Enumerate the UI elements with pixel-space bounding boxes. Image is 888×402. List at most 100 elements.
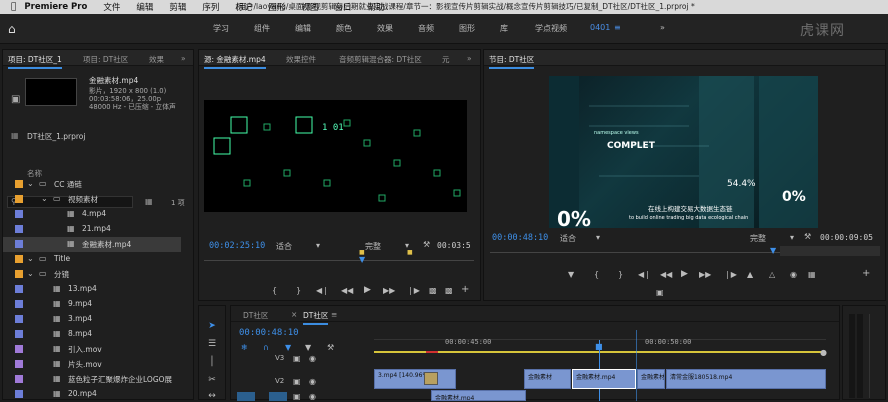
- source-fit-select[interactable]: 适合: [276, 241, 292, 252]
- track-select-tool-icon[interactable]: ☰: [206, 338, 218, 350]
- label-color-swatch[interactable]: [15, 210, 23, 218]
- workspace-custom[interactable]: 学点视频: [535, 23, 567, 34]
- tab-audio-mixer[interactable]: 音频剪辑混合器: DT社区: [339, 54, 422, 65]
- workspace-0401[interactable]: 0401: [590, 23, 610, 32]
- slip-tool-icon[interactable]: ↔: [206, 390, 218, 402]
- label-color-swatch[interactable]: [15, 390, 23, 398]
- v2-eye-icon[interactable]: ◉: [309, 377, 316, 386]
- tab-sequence-dt-active[interactable]: DT社区: [303, 310, 329, 325]
- program-fit-select[interactable]: 适合: [560, 233, 576, 244]
- program-add-button-icon[interactable]: +: [862, 268, 870, 279]
- add-button-icon[interactable]: +: [461, 284, 469, 295]
- program-timecode[interactable]: 00:00:48:10: [492, 233, 548, 243]
- clip-v2-3[interactable]: 金融素材.mp4: [572, 369, 636, 389]
- v3-eye-icon[interactable]: ◉: [309, 354, 316, 363]
- clip-item[interactable]: ▦ 9.mp4: [3, 297, 181, 312]
- label-color-swatch[interactable]: [15, 195, 23, 203]
- label-color-swatch[interactable]: [15, 375, 23, 383]
- label-color-swatch[interactable]: [15, 270, 23, 278]
- label-color-swatch[interactable]: [15, 300, 23, 308]
- v2-lock-icon[interactable]: ▣: [293, 377, 301, 386]
- program-play-icon[interactable]: ▶: [681, 269, 688, 279]
- label-color-swatch[interactable]: [15, 330, 23, 338]
- clip-item[interactable]: ▦ 8.mp4: [3, 327, 181, 342]
- apple-icon[interactable]: : [11, 2, 16, 12]
- clip-item[interactable]: ▦ 21.mp4: [3, 222, 181, 237]
- program-mark-out-icon[interactable]: }: [618, 270, 623, 279]
- clip-v2-2[interactable]: 金融素材: [524, 369, 571, 389]
- label-color-swatch[interactable]: [15, 285, 23, 293]
- source-scrubber[interactable]: [204, 260, 474, 261]
- go-to-in-icon[interactable]: ◀❘: [316, 286, 329, 295]
- menu-clip[interactable]: 剪辑: [169, 1, 186, 13]
- program-marker-icon[interactable]: ▼: [568, 270, 574, 279]
- program-fit-dropdown-icon[interactable]: ▾: [596, 233, 600, 242]
- selection-tool-icon[interactable]: ➤: [206, 320, 218, 332]
- source-playhead[interactable]: ▼: [359, 255, 365, 264]
- mark-in-icon[interactable]: {: [272, 286, 277, 295]
- clip-v2-4[interactable]: 金融素材: [637, 369, 665, 389]
- ripple-edit-tool-icon[interactable]: │: [206, 356, 218, 368]
- bin-item[interactable]: ⌄ ▭ 视频素材: [3, 192, 181, 207]
- go-to-out-icon[interactable]: ❘▶: [407, 286, 420, 295]
- menu-edit[interactable]: 编辑: [136, 1, 153, 13]
- timeline-playhead[interactable]: ■: [595, 342, 603, 351]
- workspace-graphics[interactable]: 图形: [459, 23, 475, 34]
- clip-item[interactable]: ▦ 13.mp4: [3, 282, 181, 297]
- overwrite-icon[interactable]: ▩: [445, 286, 453, 295]
- workspace-color[interactable]: 颜色: [336, 23, 352, 34]
- more-workspaces-icon[interactable]: »: [660, 23, 665, 32]
- tab-effect-controls[interactable]: 效果控件: [286, 54, 316, 65]
- source-timecode[interactable]: 00:02:25:10: [209, 241, 265, 251]
- program-step-forward-icon[interactable]: ▶▶: [699, 270, 711, 279]
- app-menu[interactable]: Premiere Pro: [24, 2, 87, 12]
- label-color-swatch[interactable]: [15, 360, 23, 368]
- workspace-assembly[interactable]: 组件: [254, 23, 270, 34]
- timeline-timecode[interactable]: 00:00:48:10: [239, 328, 299, 338]
- transition-marker[interactable]: [424, 372, 438, 385]
- mark-out-icon[interactable]: }: [296, 286, 301, 295]
- tab-close-icon[interactable]: ×: [291, 310, 297, 319]
- disclosure-chevron-icon[interactable]: ⌄: [27, 179, 37, 189]
- clip-item[interactable]: ▦ 片头.mov: [3, 357, 181, 372]
- time-ruler[interactable]: [374, 330, 826, 340]
- program-go-to-out-icon[interactable]: ❘▶: [724, 270, 737, 279]
- workspace-menu-icon[interactable]: ≡: [614, 23, 621, 32]
- program-go-to-in-icon[interactable]: ◀❘: [638, 270, 651, 279]
- linked-selection-icon[interactable]: ∩: [263, 343, 269, 352]
- comparison-view-icon[interactable]: ▦: [808, 270, 816, 279]
- disclosure-chevron-icon[interactable]: ⌄: [27, 254, 37, 264]
- workspace-learn[interactable]: 学习: [213, 23, 229, 34]
- work-area-bar[interactable]: [374, 351, 826, 353]
- insert-icon[interactable]: ▩: [429, 286, 437, 295]
- menu-file[interactable]: 文件: [103, 1, 120, 13]
- timeline-marker-icon[interactable]: ▼: [305, 343, 311, 352]
- workspace-effects[interactable]: 效果: [377, 23, 393, 34]
- wrench-icon[interactable]: ⚒: [423, 240, 430, 249]
- camera-icon[interactable]: ▣: [11, 94, 20, 105]
- tab-more[interactable]: 元: [442, 54, 450, 65]
- tab-project-dt1[interactable]: 项目: DT社区_1: [8, 54, 62, 69]
- workspace-editing[interactable]: 编辑: [295, 23, 311, 34]
- tab-source[interactable]: 源: 金融素材.mp4: [204, 54, 266, 69]
- program-playhead[interactable]: ▼: [770, 246, 776, 255]
- program-quality-dropdown-icon[interactable]: ▾: [790, 233, 794, 242]
- label-color-swatch[interactable]: [15, 315, 23, 323]
- label-color-swatch[interactable]: [15, 240, 23, 248]
- tab-effects[interactable]: 效果: [149, 54, 164, 65]
- export-frame-icon[interactable]: ◉: [790, 270, 797, 279]
- more-tabs-icon[interactable]: »: [181, 54, 186, 63]
- clip-item[interactable]: ▦ 蓝色粒子汇聚爆炸企业LOGO展: [3, 372, 181, 387]
- extract-icon[interactable]: △: [769, 270, 775, 279]
- label-color-swatch[interactable]: [15, 225, 23, 233]
- program-zoom-bar[interactable]: [780, 246, 880, 256]
- ruler-end-handle[interactable]: ●: [820, 348, 827, 357]
- clip-item[interactable]: ▦ 3.mp4: [3, 312, 181, 327]
- timeline-settings-icon[interactable]: ⚒: [327, 343, 334, 352]
- razor-tool-icon[interactable]: ✂: [206, 374, 218, 386]
- play-icon[interactable]: ▶: [364, 285, 371, 295]
- disclosure-chevron-icon[interactable]: ⌄: [41, 194, 51, 204]
- label-color-swatch[interactable]: [15, 255, 23, 263]
- source-quality-select[interactable]: 完整: [365, 241, 381, 252]
- disclosure-chevron-icon[interactable]: ⌄: [27, 269, 37, 279]
